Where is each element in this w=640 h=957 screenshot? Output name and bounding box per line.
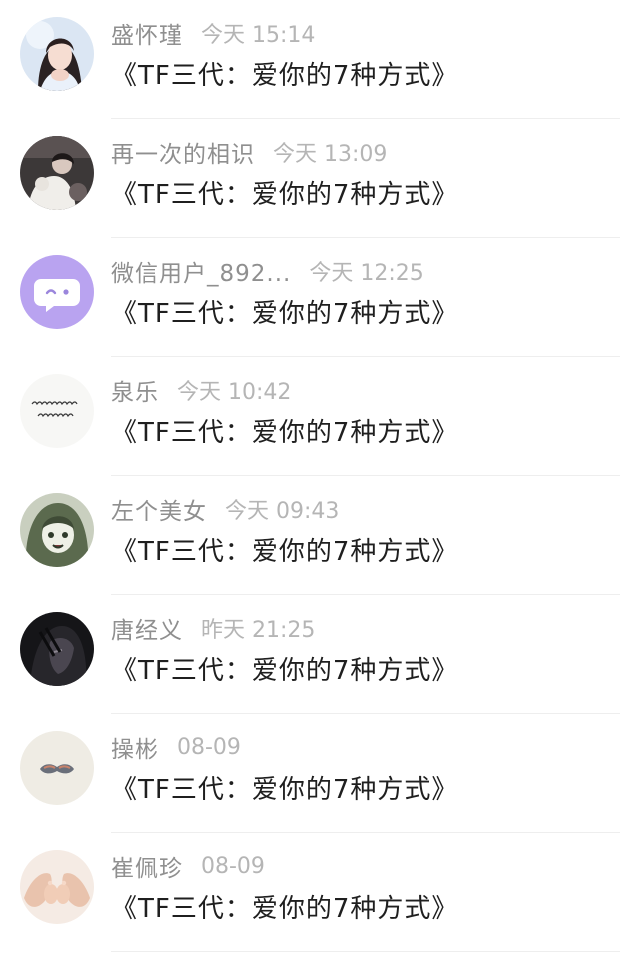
anime-girl-avatar[interactable] [20,493,94,567]
comment-text: 《TF三代：爱你的7种方式》 [111,418,459,448]
comment-text: 《TF三代：爱你的7种方式》 [111,61,459,91]
purple-chat-bubble-avatar[interactable] [20,255,94,329]
comment-meta: 盛怀瑾 今天 15:14 [111,17,315,49]
comment-text: 《TF三代：爱你的7种方式》 [111,299,459,329]
comment-text: 《TF三代：爱你的7种方式》 [111,894,459,924]
user-name[interactable]: 微信用户_892... [111,254,291,288]
comment-time: 08-09 [201,853,265,879]
user-name[interactable]: 操彬 [111,730,159,764]
row-divider [111,951,620,952]
comment-meta: 崔佩珍 08-09 [111,849,265,883]
comment-item[interactable]: 再一次的相识 今天 13:09 《TF三代：爱你的7种方式》 [0,119,640,238]
mustache-avatar[interactable] [20,731,94,805]
comment-time: 08-09 [177,734,241,760]
user-name[interactable]: 唐经义 [111,611,183,645]
comment-text: 《TF三代：爱你的7种方式》 [111,775,459,805]
comment-item[interactable]: 盛怀瑾 今天 15:14 《TF三代：爱你的7种方式》 [0,0,640,119]
baby-feet-avatar[interactable] [20,850,94,924]
comment-item[interactable]: 崔佩珍 08-09 《TF三代：爱你的7种方式》 [0,833,640,952]
user-name[interactable]: 泉乐 [111,373,159,407]
comment-text: 《TF三代：爱你的7种方式》 [111,537,459,567]
user-name[interactable]: 盛怀瑾 [111,16,183,50]
comment-time: 今天 09:43 [225,499,340,524]
comment-time: 昨天 21:25 [201,618,316,643]
comment-time: 今天 15:14 [201,23,316,48]
comment-time: 今天 12:25 [309,261,424,286]
comment-text: 《TF三代：爱你的7种方式》 [111,656,459,686]
comment-item[interactable]: 操彬 08-09 《TF三代：爱你的7种方式》 [0,714,640,833]
girl-portrait-avatar[interactable] [20,17,94,91]
comment-time: 今天 13:09 [273,142,388,167]
comment-meta: 微信用户_892... 今天 12:25 [111,255,424,287]
comment-list: 盛怀瑾 今天 15:14 《TF三代：爱你的7种方式》 再一次的相识 今天 13… [0,0,640,957]
dark-anime-avatar[interactable] [20,612,94,686]
user-name[interactable]: 左个美女 [111,492,207,526]
comment-text: 《TF三代：爱你的7种方式》 [111,180,459,210]
comment-time: 今天 10:42 [177,380,292,405]
comment-meta: 再一次的相识 今天 13:09 [111,136,387,168]
comment-item[interactable]: 左个美女 今天 09:43 《TF三代：爱你的7种方式》 [0,476,640,595]
comment-item[interactable]: 唐经义 昨天 21:25 《TF三代：爱你的7种方式》 [0,595,640,714]
user-name[interactable]: 崔佩珍 [111,849,183,883]
dark-photo-avatar[interactable] [20,136,94,210]
user-name[interactable]: 再一次的相识 [111,135,255,169]
comment-meta: 唐经义 昨天 21:25 [111,612,315,644]
comment-meta: 左个美女 今天 09:43 [111,493,339,525]
handwriting-avatar[interactable] [20,374,94,448]
comment-item[interactable]: 微信用户_892... 今天 12:25 《TF三代：爱你的7种方式》 [0,238,640,357]
comment-meta: 泉乐 今天 10:42 [111,374,291,406]
comment-item[interactable]: 泉乐 今天 10:42 《TF三代：爱你的7种方式》 [0,357,640,476]
comment-meta: 操彬 08-09 [111,730,241,764]
